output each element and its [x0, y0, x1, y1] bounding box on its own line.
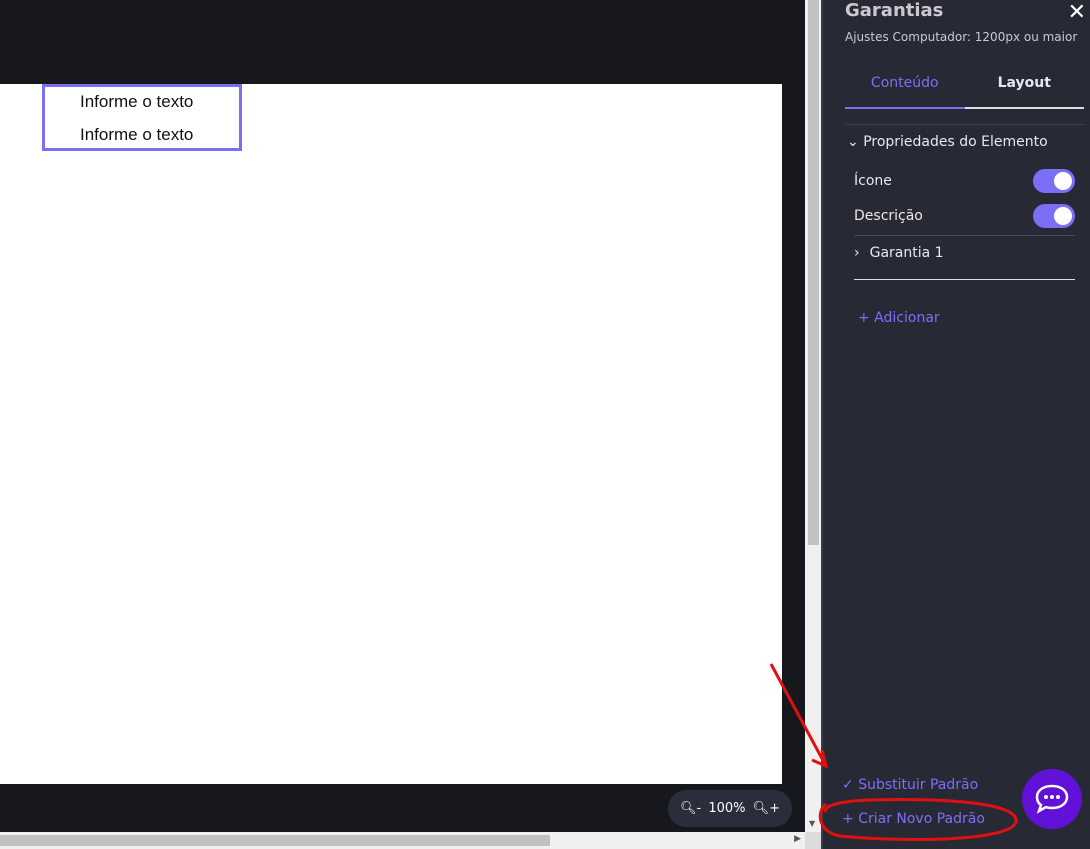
scroll-right-icon[interactable]: ▶ [794, 834, 801, 844]
plus-icon: + [842, 811, 859, 827]
scroll-thumb[interactable] [0, 835, 550, 846]
guarantee-text[interactable]: Informe o texto [80, 87, 239, 120]
chevron-right-icon: › [854, 245, 860, 261]
chat-bubble-icon [1035, 784, 1069, 814]
scroll-thumb[interactable] [808, 0, 819, 545]
divider [854, 279, 1075, 280]
descricao-toggle[interactable] [1033, 204, 1075, 228]
item-label: Garantia 1 [869, 245, 944, 261]
chat-button[interactable] [1022, 769, 1082, 829]
tab-layout[interactable]: Layout [964, 68, 1084, 109]
close-icon[interactable]: ✕ [1068, 0, 1086, 25]
vertical-scrollbar[interactable]: ▼ [805, 0, 821, 832]
horizontal-scrollbar[interactable]: ▶ [0, 832, 805, 849]
toggle-row-icone: Ícone [854, 169, 1075, 193]
guarantee-text[interactable]: Informe o texto [80, 120, 239, 153]
guarantees-element[interactable]: Informe o texto Informe o texto [42, 84, 242, 151]
icone-toggle[interactable] [1033, 169, 1075, 193]
scroll-down-icon[interactable]: ▼ [809, 819, 815, 828]
check-icon: ✓ [842, 777, 859, 793]
section-label: Propriedades do Elemento [863, 134, 1048, 150]
zoom-out-icon[interactable]: 🔍︎- [680, 801, 701, 816]
zoom-control: 🔍︎- 100% 🔍︎+ [668, 790, 792, 827]
garantia-1-item[interactable]: › Garantia 1 [854, 245, 1075, 261]
scroll-corner [805, 832, 821, 849]
toggle-label: Ícone [854, 173, 892, 189]
section-header[interactable]: ⌄ Propriedades do Elemento [847, 134, 1048, 150]
toggle-label: Descrição [854, 208, 923, 224]
divider [854, 235, 1075, 236]
chevron-down-icon: ⌄ [847, 134, 864, 150]
replace-pattern-button[interactable]: ✓ Substituir Padrão [842, 777, 978, 793]
tab-conteudo[interactable]: Conteúdo [845, 68, 965, 109]
add-button[interactable]: + Adicionar [858, 310, 940, 326]
create-pattern-button[interactable]: + Criar Novo Padrão [842, 811, 985, 827]
zoom-level: 100% [708, 801, 746, 816]
divider [845, 124, 1084, 125]
toggle-row-descricao: Descrição [854, 204, 1075, 228]
properties-panel: Garantias ✕ Ajustes Computador: 1200px o… [821, 0, 1090, 849]
panel-title: Garantias [845, 0, 944, 21]
zoom-in-icon[interactable]: 🔍︎+ [753, 801, 780, 816]
panel-subtitle: Ajustes Computador: 1200px ou maior [845, 30, 1078, 44]
replace-label: Substituir Padrão [858, 777, 979, 793]
page-canvas [0, 84, 782, 784]
create-label: Criar Novo Padrão [858, 811, 985, 827]
